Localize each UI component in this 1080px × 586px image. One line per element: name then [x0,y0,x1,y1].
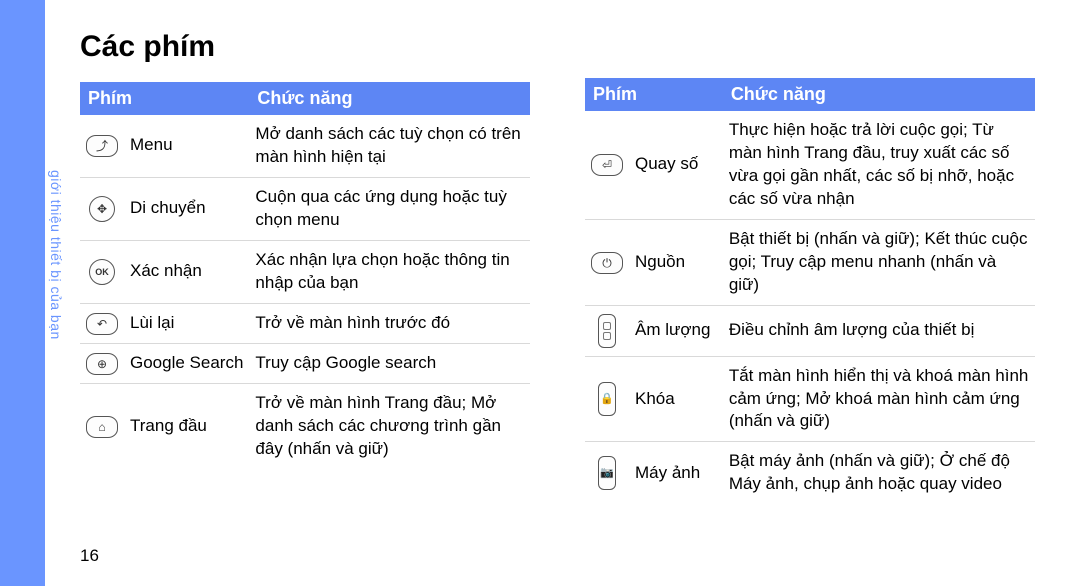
key-name: Di chuyển [124,177,249,240]
key-name: Quay số [629,111,723,219]
key-function: Bật máy ảnh (nhấn và giữ); Ở chế độ Máy … [723,442,1035,504]
key-icon-cell: ⊕ [80,343,124,383]
home-key-icon: ⌂ [86,416,118,438]
lock-key-icon: 🔒 [598,382,616,416]
key-icon-cell [585,305,629,356]
search-key-icon: ⊕ [86,353,118,375]
ok-key-icon: OK [89,259,115,285]
key-name: Google Search [124,343,249,383]
key-function: Xác nhận lựa chọn hoặc thông tin nhập củ… [249,240,530,303]
key-name: Menu [124,115,249,177]
key-name: Âm lượng [629,305,723,356]
table-row: ↶ Lùi lại Trở về màn hình trước đó [80,303,530,343]
key-function: Bật thiết bị (nhấn và giữ); Kết thúc cuộ… [723,219,1035,305]
table-row: 🔒 Khóa Tắt màn hình hiển thị và khoá màn… [585,356,1035,442]
table-row: ✥ Di chuyển Cuộn qua các ứng dụng hoặc t… [80,177,530,240]
page-title: Các phím [80,30,530,64]
key-function: Truy cập Google search [249,343,530,383]
key-name: Trang đầu [124,383,249,468]
dial-key-icon: ⏎ [591,154,623,176]
header-key: Phím [585,78,723,111]
key-function: Điều chỉnh âm lượng của thiết bị [723,305,1035,356]
table-row: ⌂ Trang đầu Trở về màn hình Trang đầu; M… [80,383,530,468]
key-name: Máy ảnh [629,442,723,504]
section-side-label: giới thiệu thiết bị của bạn [48,170,64,340]
camera-key-icon: 📷 [598,456,616,490]
table-row: ⏻ Nguồn Bật thiết bị (nhấn và giữ); Kết … [585,219,1035,305]
key-function: Trở về màn hình trước đó [249,303,530,343]
back-key-icon: ↶ [86,313,118,335]
key-icon-cell: 📷 [585,442,629,504]
key-name: Xác nhận [124,240,249,303]
key-function: Cuộn qua các ứng dụng hoặc tuỳ chọn menu [249,177,530,240]
key-function: Thực hiện hoặc trả lời cuộc gọi; Từ màn … [723,111,1035,219]
content-columns: Các phím Phím Chức năng ⤴ Menu Mở danh s… [80,30,1060,504]
table-row: 📷 Máy ảnh Bật máy ảnh (nhấn và giữ); Ở c… [585,442,1035,504]
side-accent-bar [0,0,45,586]
key-function: Trở về màn hình Trang đầu; Mở danh sách … [249,383,530,468]
table-row: OK Xác nhận Xác nhận lựa chọn hoặc thông… [80,240,530,303]
key-icon-cell: OK [80,240,124,303]
key-icon-cell: ⏻ [585,219,629,305]
key-name: Nguồn [629,219,723,305]
menu-key-icon: ⤴ [86,135,118,157]
key-function: Tắt màn hình hiển thị và khoá màn hình c… [723,356,1035,442]
keys-table-left: Phím Chức năng ⤴ Menu Mở danh sách các t… [80,82,530,468]
key-icon-cell: ✥ [80,177,124,240]
table-row: ⤴ Menu Mở danh sách các tuỳ chọn có trên… [80,115,530,177]
key-icon-cell: ⌂ [80,383,124,468]
key-icon-cell: 🔒 [585,356,629,442]
title-spacer [585,30,1035,78]
header-function: Chức năng [249,82,530,115]
key-icon-cell: ⤴ [80,115,124,177]
navigate-key-icon: ✥ [89,196,115,222]
page-number: 16 [80,546,99,566]
header-function: Chức năng [723,78,1035,111]
key-icon-cell: ⏎ [585,111,629,219]
key-name: Khóa [629,356,723,442]
manual-page: giới thiệu thiết bị của bạn Các phím Phí… [0,0,1080,586]
table-row: Âm lượng Điều chỉnh âm lượng của thiết b… [585,305,1035,356]
key-function: Mở danh sách các tuỳ chọn có trên màn hì… [249,115,530,177]
table-row: ⏎ Quay số Thực hiện hoặc trả lời cuộc gọ… [585,111,1035,219]
key-icon-cell: ↶ [80,303,124,343]
keys-table-right: Phím Chức năng ⏎ Quay số Thực hiện hoặc … [585,78,1035,504]
table-row: ⊕ Google Search Truy cập Google search [80,343,530,383]
key-name: Lùi lại [124,303,249,343]
power-key-icon: ⏻ [591,252,623,274]
volume-key-icon [598,314,616,348]
left-column: Các phím Phím Chức năng ⤴ Menu Mở danh s… [80,30,530,504]
right-column: Phím Chức năng ⏎ Quay số Thực hiện hoặc … [585,30,1035,504]
header-key: Phím [80,82,249,115]
